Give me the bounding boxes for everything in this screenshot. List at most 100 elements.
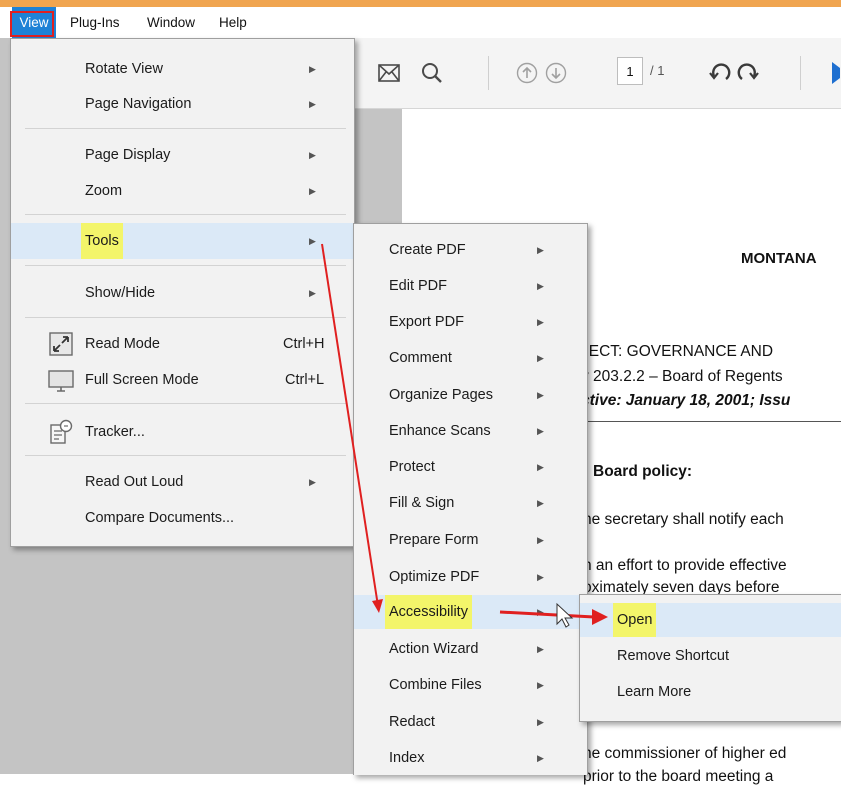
view-menu-item-tools[interactable]: Tools ▶ [11, 223, 354, 259]
view-menu-item-page-navigation[interactable]: Page Navigation ▶ [11, 87, 354, 121]
tools-item-enhance-scans[interactable]: Enhance Scans ▶ [354, 414, 587, 448]
submenu-arrow-icon: ▶ [309, 288, 316, 298]
menu-separator [25, 317, 346, 318]
menu-item-label: Export PDF [389, 314, 464, 330]
page-total: / 1 [650, 63, 665, 78]
menu-separator [25, 455, 346, 456]
menu-item-label: Comment [389, 350, 452, 366]
view-menu-item-rotate-view[interactable]: Rotate View ▶ [11, 52, 354, 86]
tools-item-export-pdf[interactable]: Export PDF ▶ [354, 305, 587, 339]
menu-item-shortcut: Ctrl+H [283, 336, 325, 352]
tools-item-fill-sign[interactable]: Fill & Sign ▶ [354, 486, 587, 520]
tools-submenu: Create PDF ▶ Edit PDF ▶ Export PDF ▶ Commen… [353, 223, 588, 775]
menu-item-label: Fill & Sign [389, 495, 455, 511]
accessibility-item-remove-shortcut[interactable]: Remove Shortcut [580, 639, 841, 673]
menu-item-label: Protect [389, 459, 435, 475]
submenu-arrow-icon: ▶ [537, 644, 544, 654]
accessibility-item-learn-more[interactable]: Learn More [580, 675, 841, 709]
doc-line: JECT: GOVERNANCE AND [581, 343, 774, 360]
tools-item-protect[interactable]: Protect ▶ [354, 450, 587, 484]
submenu-arrow-icon: ▶ [537, 462, 544, 472]
menu-help[interactable]: Help [219, 7, 247, 38]
submenu-arrow-icon: ▶ [537, 717, 544, 727]
submenu-arrow-icon: ▶ [537, 572, 544, 582]
submenu-arrow-icon: ▶ [309, 186, 316, 196]
menu-window[interactable]: Window [147, 7, 195, 38]
view-menu: Rotate View ▶ Page Navigation ▶ Page Dis… [10, 38, 355, 547]
menu-item-label: Organize Pages [389, 387, 493, 403]
menu-item-label: Index [389, 750, 425, 766]
menu-item-label: Tracker... [85, 424, 145, 440]
select-tool-icon[interactable] [828, 38, 841, 108]
page-number-input[interactable]: 1 [617, 57, 643, 85]
tools-item-organize-pages[interactable]: Organize Pages ▶ [354, 378, 587, 412]
toolbar [350, 38, 841, 109]
tools-item-edit-pdf[interactable]: Edit PDF ▶ [354, 269, 587, 303]
menu-item-label: Learn More [617, 684, 692, 700]
view-menu-item-read-out-loud[interactable]: Read Out Loud ▶ [11, 465, 354, 499]
submenu-arrow-icon: ▶ [309, 477, 316, 487]
menu-item-shortcut: Ctrl+L [285, 372, 325, 388]
accessibility-item-open[interactable]: Open [580, 603, 841, 637]
submenu-arrow-icon: ▶ [537, 390, 544, 400]
tools-item-prepare-form[interactable]: Prepare Form ▶ [354, 523, 587, 557]
search-icon[interactable] [416, 38, 448, 108]
menu-item-label: Action Wizard [389, 641, 479, 657]
menu-separator [25, 265, 346, 266]
tools-item-create-pdf[interactable]: Create PDF ▶ [354, 233, 587, 267]
view-menu-item-show-hide[interactable]: Show/Hide ▶ [11, 276, 354, 310]
view-menu-item-page-display[interactable]: Page Display ▶ [11, 138, 354, 172]
full-screen-icon [48, 367, 74, 393]
tools-item-accessibility[interactable]: Accessibility ▶ [354, 595, 587, 629]
menu-item-label: Open [613, 603, 657, 637]
menu-item-label: Redact [389, 714, 435, 730]
mail-icon[interactable] [374, 38, 404, 108]
menu-item-label: Read Out Loud [85, 474, 184, 490]
page-up-icon[interactable] [514, 38, 540, 108]
view-menu-item-full-screen-mode[interactable]: Full Screen Mode Ctrl+L [11, 363, 354, 397]
menu-item-label: Accessibility [385, 595, 472, 629]
view-menu-item-read-mode[interactable]: Read Mode Ctrl+H [11, 327, 354, 361]
menu-item-label: Read Mode [85, 336, 160, 352]
page-down-icon[interactable] [543, 38, 569, 108]
window-top-accent [0, 0, 841, 7]
menu-item-label: Remove Shortcut [617, 648, 730, 664]
doc-line: n an effort to provide effective [583, 557, 787, 574]
read-mode-icon [48, 331, 74, 357]
menu-item-label: Enhance Scans [389, 423, 491, 439]
tools-item-comment[interactable]: Comment ▶ [354, 341, 587, 375]
toolbar-separator [800, 56, 801, 90]
menu-item-label: Rotate View [85, 61, 163, 77]
submenu-arrow-icon: ▶ [537, 317, 544, 327]
submenu-arrow-icon: ▶ [537, 753, 544, 763]
submenu-arrow-icon: ▶ [537, 680, 544, 690]
tools-item-optimize-pdf[interactable]: Optimize PDF ▶ [354, 560, 587, 594]
doc-line: prior to the board meeting a [583, 768, 774, 785]
rotate-cw-icon[interactable] [734, 38, 762, 108]
toolbar-separator [488, 56, 489, 90]
view-menu-item-zoom[interactable]: Zoom ▶ [11, 174, 354, 208]
view-menu-item-tracker[interactable]: Tracker... [11, 415, 354, 449]
menu-item-label: Tools [81, 223, 123, 259]
menu-item-label: Edit PDF [389, 278, 448, 294]
menubar: View Plug-Ins Window Help [0, 7, 841, 38]
menu-plugins[interactable]: Plug-Ins [70, 7, 120, 38]
menu-item-label: Compare Documents... [85, 510, 235, 526]
doc-line: he secretary shall notify each [583, 511, 784, 528]
view-menu-item-compare-documents[interactable]: Compare Documents... [11, 501, 354, 535]
menu-item-label: Page Display [85, 147, 171, 163]
menu-item-label: Show/Hide [85, 285, 156, 301]
tools-item-action-wizard[interactable]: Action Wizard ▶ [354, 632, 587, 666]
rotate-ccw-icon[interactable] [706, 38, 734, 108]
tracker-icon [48, 419, 74, 445]
tools-item-redact[interactable]: Redact ▶ [354, 705, 587, 739]
menu-item-label: Page Navigation [85, 96, 192, 112]
submenu-arrow-icon: ▶ [537, 281, 544, 291]
submenu-arrow-icon: ▶ [537, 607, 544, 617]
menu-item-label: Create PDF [389, 242, 466, 258]
menu-separator [25, 128, 346, 129]
tools-item-index[interactable]: Index ▶ [354, 741, 587, 775]
doc-line: Board policy: [593, 463, 693, 480]
tools-item-combine-files[interactable]: Combine Files ▶ [354, 668, 587, 702]
submenu-arrow-icon: ▶ [537, 353, 544, 363]
